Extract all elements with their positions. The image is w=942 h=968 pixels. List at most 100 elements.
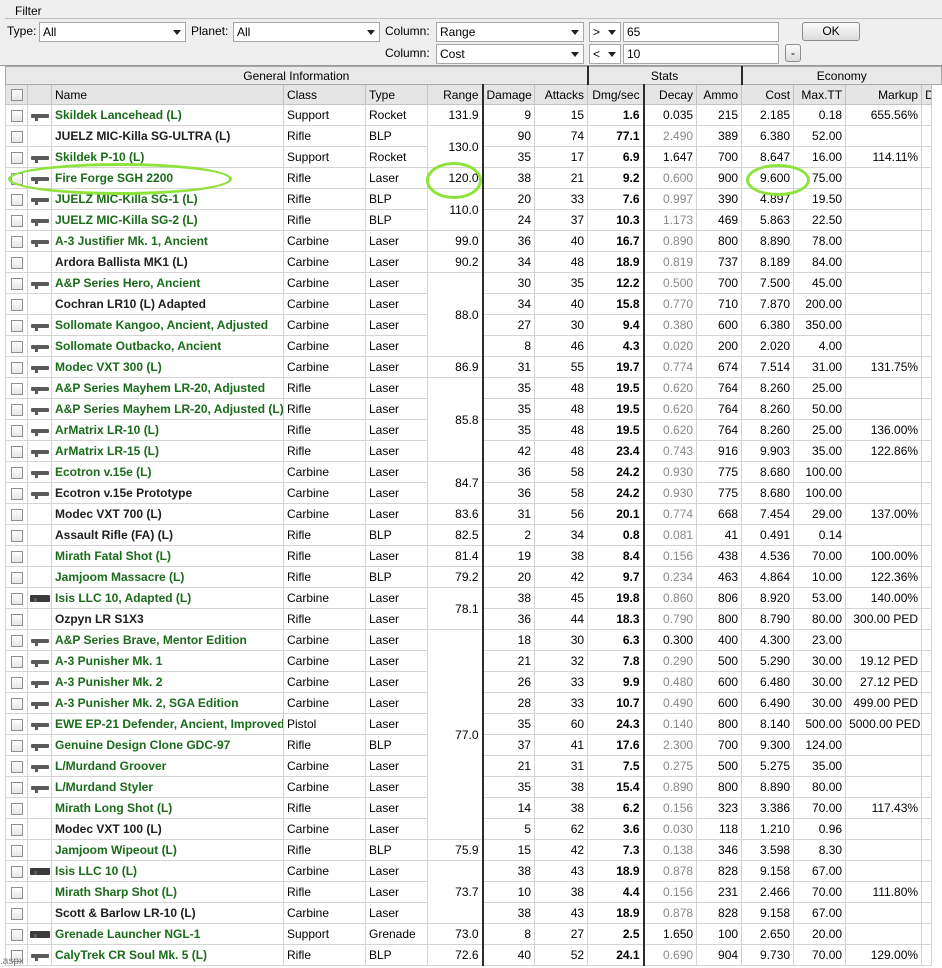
weapon-name[interactable]: Genuine Design Clone GDC-97 xyxy=(51,734,284,756)
row-checkbox[interactable] xyxy=(10,235,23,248)
row-checkbox-cell[interactable] xyxy=(5,566,28,588)
table-row[interactable]: CalyTrek CR Soul Mk. 5 (L) Rifle BLP 72.6 40… xyxy=(5,944,942,966)
row-checkbox-cell[interactable] xyxy=(5,419,28,441)
value-input-1[interactable]: 65 xyxy=(623,22,779,42)
row-checkbox[interactable] xyxy=(10,403,23,416)
row-checkbox-cell[interactable] xyxy=(5,734,28,756)
table-row[interactable]: Jamjoom Wipeout (L) Rifle BLP 75.9 15 42 7.3 0.… xyxy=(5,839,942,861)
weapon-name[interactable]: Isis LLC 10 (L) xyxy=(51,860,284,882)
row-checkbox-cell[interactable] xyxy=(5,356,28,378)
row-checkbox-cell[interactable] xyxy=(5,125,28,147)
row-checkbox-cell[interactable] xyxy=(5,881,28,903)
ok-button[interactable]: OK xyxy=(802,22,860,41)
weapon-name[interactable]: A-3 Punisher Mk. 1 xyxy=(51,650,284,672)
row-checkbox-cell[interactable] xyxy=(5,230,28,252)
weapon-name[interactable]: A-3 Punisher Mk. 2, SGA Edition xyxy=(51,692,284,714)
weapon-name[interactable]: Assault Rifle (FA) (L) xyxy=(51,524,284,546)
table-row[interactable]: Mirath Fatal Shot (L) Rifle Laser 81.4 19 38 8… xyxy=(5,545,942,567)
row-checkbox[interactable] xyxy=(10,865,23,878)
weapon-name[interactable]: Jamjoom Wipeout (L) xyxy=(51,839,284,861)
column-header-attacks[interactable]: Attacks xyxy=(533,84,589,105)
table-row[interactable]: Fire Forge SGH 2200 Rifle Laser 120.0 38 21 9.… xyxy=(5,167,942,189)
table-row[interactable]: Jamjoom Massacre (L) Rifle BLP 79.2 20 42 9.7 0… xyxy=(5,566,942,588)
column-header-cost[interactable]: Cost xyxy=(741,84,795,105)
row-checkbox[interactable] xyxy=(10,508,23,521)
weapon-name[interactable]: Ecotron v.15e (L) xyxy=(51,461,284,483)
weapon-name[interactable]: A-3 Justifier Mk. 1, Ancient xyxy=(51,230,284,252)
row-checkbox[interactable] xyxy=(10,382,23,395)
weapon-name[interactable]: Skildek Lancehead (L) xyxy=(51,104,284,126)
row-checkbox-cell[interactable] xyxy=(5,545,28,567)
weapon-name[interactable]: JUELZ MIC-Killa SG-1 (L) xyxy=(51,188,284,210)
select-all-checkbox[interactable] xyxy=(10,89,23,102)
column-header-name[interactable]: Name xyxy=(51,84,284,105)
planet-select[interactable]: All xyxy=(233,22,380,42)
row-checkbox[interactable] xyxy=(10,823,23,836)
row-checkbox-cell[interactable] xyxy=(5,524,28,546)
column-header-decay[interactable]: Decay xyxy=(642,84,698,105)
weapon-name[interactable]: A&P Series Mayhem LR-20, Adjusted (L) xyxy=(51,398,284,420)
row-checkbox[interactable] xyxy=(10,466,23,479)
row-checkbox[interactable] xyxy=(10,256,23,269)
select-all-checkbox-cell[interactable] xyxy=(5,84,28,105)
weapon-name[interactable]: L/Murdand Groover xyxy=(51,755,284,777)
remove-filter-button[interactable]: - xyxy=(785,44,801,62)
weapon-name[interactable]: Isis LLC 10, Adapted (L) xyxy=(51,587,284,609)
column-header-damage[interactable]: Damage xyxy=(481,84,535,105)
weapon-name[interactable]: JUELZ MIC-Killa SG-2 (L) xyxy=(51,209,284,231)
weapon-name[interactable]: A-3 Punisher Mk. 2 xyxy=(51,671,284,693)
row-checkbox[interactable] xyxy=(10,739,23,752)
row-checkbox-cell[interactable] xyxy=(5,923,28,945)
weapon-name[interactable]: A&P Series Brave, Mentor Edition xyxy=(51,629,284,651)
row-checkbox-cell[interactable] xyxy=(5,314,28,336)
row-checkbox[interactable] xyxy=(10,445,23,458)
weapon-name[interactable]: Modec VXT 300 (L) xyxy=(51,356,284,378)
row-checkbox[interactable] xyxy=(10,487,23,500)
row-checkbox[interactable] xyxy=(10,844,23,857)
weapon-name[interactable]: Sollomate Outbacko, Ancient xyxy=(51,335,284,357)
row-checkbox[interactable] xyxy=(10,172,23,185)
row-checkbox-cell[interactable] xyxy=(5,839,28,861)
row-checkbox[interactable] xyxy=(10,781,23,794)
column-select-2[interactable]: Cost xyxy=(436,44,584,64)
row-checkbox[interactable] xyxy=(10,193,23,206)
weapon-name[interactable]: Ardora Ballista MK1 (L) xyxy=(51,251,284,273)
row-checkbox-cell[interactable] xyxy=(5,272,28,294)
row-checkbox[interactable] xyxy=(10,109,23,122)
table-row[interactable]: Assault Rifle (FA) (L) Rifle BLP 82.5 2 34 0.8… xyxy=(5,524,942,546)
weapon-name[interactable]: Modec VXT 100 (L) xyxy=(51,818,284,840)
row-checkbox[interactable] xyxy=(10,550,23,563)
row-checkbox[interactable] xyxy=(10,613,23,626)
weapon-name[interactable]: Ecotron v.15e Prototype xyxy=(51,482,284,504)
column-header-class[interactable]: Class xyxy=(283,84,366,105)
weapon-name[interactable]: Skildek P-10 (L) xyxy=(51,146,284,168)
row-checkbox[interactable] xyxy=(10,634,23,647)
row-checkbox-cell[interactable] xyxy=(5,251,28,273)
row-checkbox-cell[interactable] xyxy=(5,629,28,651)
row-checkbox[interactable] xyxy=(10,319,23,332)
row-checkbox-cell[interactable] xyxy=(5,692,28,714)
weapon-name[interactable]: Mirath Fatal Shot (L) xyxy=(51,545,284,567)
row-checkbox-cell[interactable] xyxy=(5,503,28,525)
row-checkbox-cell[interactable] xyxy=(5,482,28,504)
row-checkbox[interactable] xyxy=(10,361,23,374)
row-checkbox-cell[interactable] xyxy=(5,104,28,126)
weapon-name[interactable]: Grenade Launcher NGL-1 xyxy=(51,923,284,945)
row-checkbox-cell[interactable] xyxy=(5,776,28,798)
row-checkbox-cell[interactable] xyxy=(5,377,28,399)
row-checkbox[interactable] xyxy=(10,424,23,437)
row-checkbox[interactable] xyxy=(10,676,23,689)
operator-select-2[interactable]: < xyxy=(589,44,621,64)
row-checkbox[interactable] xyxy=(10,928,23,941)
weapon-name[interactable]: Modec VXT 700 (L) xyxy=(51,503,284,525)
row-checkbox-cell[interactable] xyxy=(5,398,28,420)
row-checkbox-cell[interactable] xyxy=(5,335,28,357)
row-checkbox-cell[interactable] xyxy=(5,818,28,840)
table-row[interactable]: Modec VXT 700 (L) Carbine Laser 83.6 31 56 20.… xyxy=(5,503,942,525)
table-row[interactable]: A-3 Justifier Mk. 1, Ancient Carbine Laser… xyxy=(5,230,942,252)
table-row[interactable]: Skildek Lancehead (L) Support Rocket 131.9 9… xyxy=(5,104,942,126)
row-checkbox[interactable] xyxy=(10,802,23,815)
row-checkbox-cell[interactable] xyxy=(5,587,28,609)
row-checkbox[interactable] xyxy=(10,529,23,542)
row-checkbox[interactable] xyxy=(10,718,23,731)
